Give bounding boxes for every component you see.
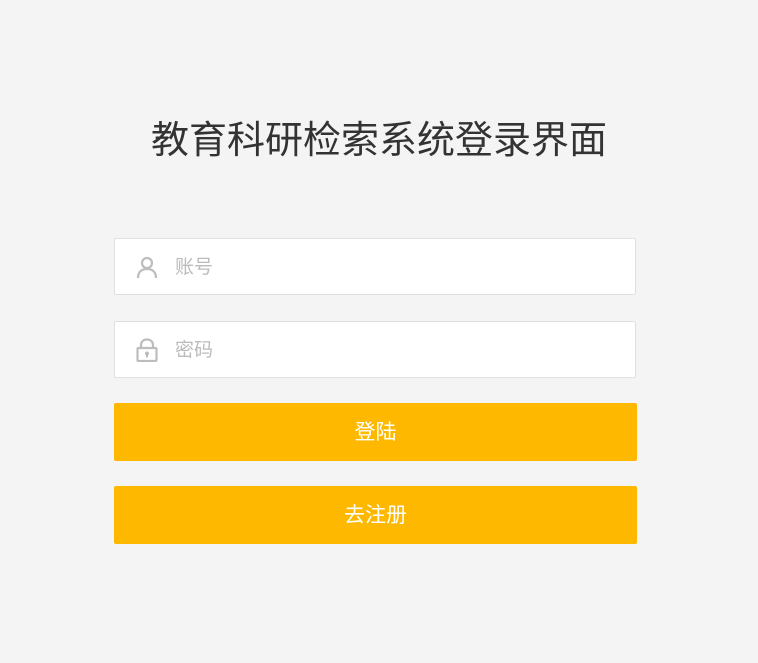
page-title: 教育科研检索系统登录界面: [150, 118, 607, 162]
username-input[interactable]: [175, 239, 625, 294]
password-input[interactable]: [175, 322, 625, 377]
password-field[interactable]: [114, 321, 636, 378]
username-field[interactable]: [114, 238, 636, 295]
register-button[interactable]: 去注册: [114, 486, 637, 544]
user-icon: [135, 255, 159, 279]
lock-icon: [135, 338, 159, 363]
login-button[interactable]: 登陆: [114, 403, 637, 461]
